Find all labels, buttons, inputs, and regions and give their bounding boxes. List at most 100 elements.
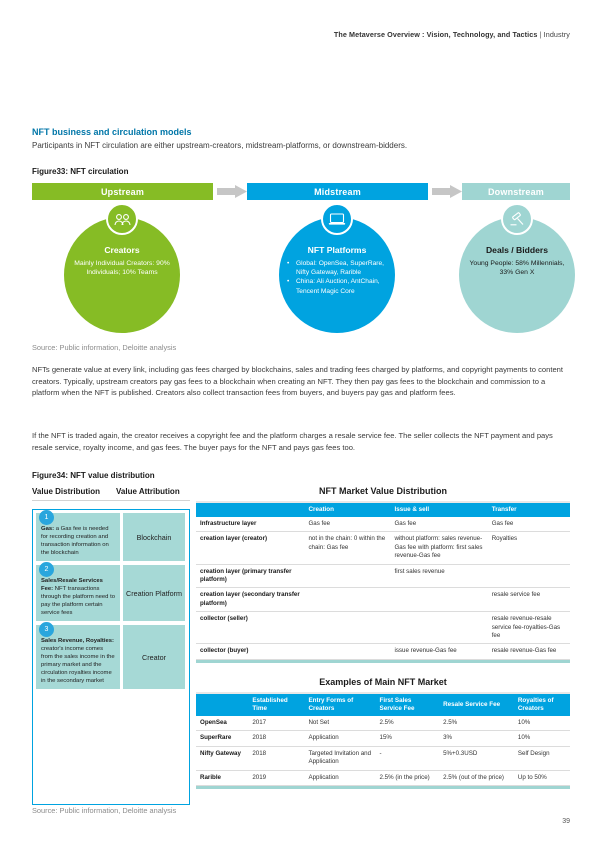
value-row-3-attribution: Creator — [123, 625, 185, 689]
body-paragraph-2: If the NFT is traded again, the creator … — [32, 431, 553, 452]
cell — [304, 564, 391, 589]
table2-header-row: Established Time Entry Forms of Creators… — [196, 693, 570, 716]
cell: Gas fee — [487, 517, 570, 533]
cell: not in the chain: 0 within the chain: Ga… — [304, 531, 391, 565]
table-row: Nifty Gateway 2018 Targeted Invitation a… — [196, 746, 570, 771]
cell: creation layer (creator) — [196, 531, 305, 565]
cell — [304, 611, 391, 645]
figure33-source: Source: Public information, Deloitte ana… — [32, 343, 177, 352]
arrow-midstream-to-downstream — [432, 185, 462, 198]
table-row: OpenSea 2017 Not Set 2.5% 2.5% 10% — [196, 715, 570, 732]
cell: 2.5% — [375, 715, 440, 732]
figure34-source: Source: Public information, Deloitte ana… — [32, 806, 177, 815]
cell: Rarible — [196, 770, 249, 786]
cell: collector (buyer) — [196, 643, 305, 660]
people-icon — [106, 203, 138, 235]
table-row: SuperRare 2018 Application 15% 3% 10% — [196, 730, 570, 747]
step-number-badge: 2 — [39, 562, 54, 577]
figure34-tables: NFT Market Value Distribution Creation I… — [196, 486, 570, 789]
table2-col-5: Royalties of Creators — [513, 693, 570, 716]
cell: 10% — [513, 730, 570, 747]
step-number-badge: 1 — [39, 510, 54, 525]
value-distribution-box: 1 Gas: a Gas fee is needed for recording… — [32, 509, 190, 805]
col-header-value-attribution: Value Attribution — [116, 487, 180, 496]
value-row-3: 3 Sales Revenue, Royalties: creator's in… — [36, 622, 186, 689]
cell: 2018 — [248, 746, 305, 771]
cell: resale service fee — [487, 587, 570, 613]
value-row-1: 1 Gas: a Gas fee is needed for recording… — [36, 510, 186, 561]
cell: Application — [304, 730, 376, 747]
cell — [487, 564, 570, 589]
cell: Up to 50% — [513, 770, 570, 786]
node-nft-platforms-heading: NFT Platforms — [307, 245, 367, 255]
stream-bar-midstream: Midstream — [247, 183, 428, 200]
cell: 2.5% (in the price) — [375, 770, 440, 786]
running-header-separator: | — [539, 30, 542, 39]
cell: collector (seller) — [196, 611, 305, 645]
table-row: creation layer (creator) not in the chai… — [196, 531, 570, 565]
list-item: China: Ali Auction, AntChain, Tencent Ma… — [287, 277, 391, 295]
value-row-1-attribution: Blockchain — [123, 513, 185, 561]
cell: Self Design — [513, 746, 570, 771]
table2-col-4: Resale Service Fee — [439, 693, 514, 716]
stream-bar-upstream: Upstream — [32, 183, 213, 200]
value-row-2-attribution: Creation Platform — [123, 565, 185, 621]
cell — [390, 611, 488, 645]
cell: 5%+0.3USD — [439, 746, 514, 771]
table1-col-3: Transfer — [487, 503, 570, 517]
value-row-3-term: Sales Revenue, Royalties: — [41, 638, 115, 644]
node-deals-bidders-body: Young People: 58% Millennials, 33% Gen X — [469, 260, 565, 277]
cell: creation layer (primary transfer platfor… — [196, 564, 305, 589]
figure33-title: Figure33: NFT circulation — [32, 167, 129, 176]
table2-bottom-rule — [196, 785, 570, 789]
table-row: Infrastructure layer Gas fee Gas fee Gas… — [196, 517, 570, 533]
value-row-2: 2 Sales/Resale Services Fee: NFT transac… — [36, 562, 186, 621]
arrow-upstream-to-midstream — [217, 185, 247, 198]
table1-col-1: Creation — [304, 503, 391, 517]
cell: Gas fee — [304, 517, 391, 533]
cell: OpenSea — [196, 715, 249, 732]
cell: 15% — [375, 730, 440, 747]
list-item: Global: OpenSea, SuperRare, Nifty Gatewa… — [287, 259, 391, 277]
section-title: NFT business and circulation models — [32, 127, 192, 137]
running-header: The Metaverse Overview : Vision, Technol… — [334, 30, 570, 39]
table2-col-3: First Sales Service Fee — [375, 693, 440, 716]
table-row: creation layer (primary transfer platfor… — [196, 564, 570, 589]
gavel-icon — [501, 203, 533, 235]
cell — [304, 643, 391, 660]
cell: 10% — [513, 715, 570, 732]
stream-bar-midstream-label: Midstream — [314, 186, 361, 197]
value-row-3-text: creator's income comes from the sales in… — [41, 646, 115, 684]
cell: - — [375, 746, 440, 771]
table-row: Rarible 2019 Application 2.5% (in the pr… — [196, 770, 570, 786]
cell: Nifty Gateway — [196, 746, 249, 771]
figure34-title: Figure34: NFT value distribution — [32, 471, 155, 480]
table1-wrapper: Creation Issue & sell Transfer Infrastru… — [196, 501, 570, 663]
table-row: collector (seller) resale revenue-resale… — [196, 611, 570, 645]
value-row-2-text: NFT transactions through the platform ne… — [41, 586, 116, 616]
cell: Not Set — [304, 715, 376, 732]
cell: Infrastructure layer — [196, 517, 305, 533]
section-subtitle: Participants in NFT circulation are eith… — [32, 141, 408, 150]
cell: issue revenue-Gas fee — [390, 643, 488, 660]
cell: Application — [304, 770, 376, 786]
cell: resale revenue-Gas fee — [487, 643, 570, 660]
node-creators-heading: Creators — [104, 245, 140, 255]
figure33-diagram: Upstream Midstream Downstream Creators M… — [32, 183, 575, 338]
node-nft-platforms-bullets: Global: OpenSea, SuperRare, Nifty Gatewa… — [279, 259, 395, 296]
document-page: The Metaverse Overview : Vision, Technol… — [0, 0, 600, 848]
running-header-section: Industry — [543, 30, 570, 39]
node-creators-body: Mainly Individual Creators: 90% Individu… — [74, 260, 170, 277]
cell: SuperRare — [196, 730, 249, 747]
nft-market-value-distribution-table: Creation Issue & sell Transfer Infrastru… — [196, 503, 570, 660]
table2-wrapper: Established Time Entry Forms of Creators… — [196, 691, 570, 789]
cell: 3% — [439, 730, 514, 747]
col-header-value-distribution: Value Distribution — [32, 487, 101, 496]
table-row: creation layer (secondary transfer platf… — [196, 587, 570, 613]
cell: Gas fee — [390, 517, 488, 533]
node-deals-bidders-heading: Deals / Bidders — [485, 245, 549, 255]
table1-col-0 — [196, 503, 305, 517]
stream-bar-downstream: Downstream — [462, 183, 570, 200]
table1-title: NFT Market Value Distribution — [318, 486, 448, 496]
